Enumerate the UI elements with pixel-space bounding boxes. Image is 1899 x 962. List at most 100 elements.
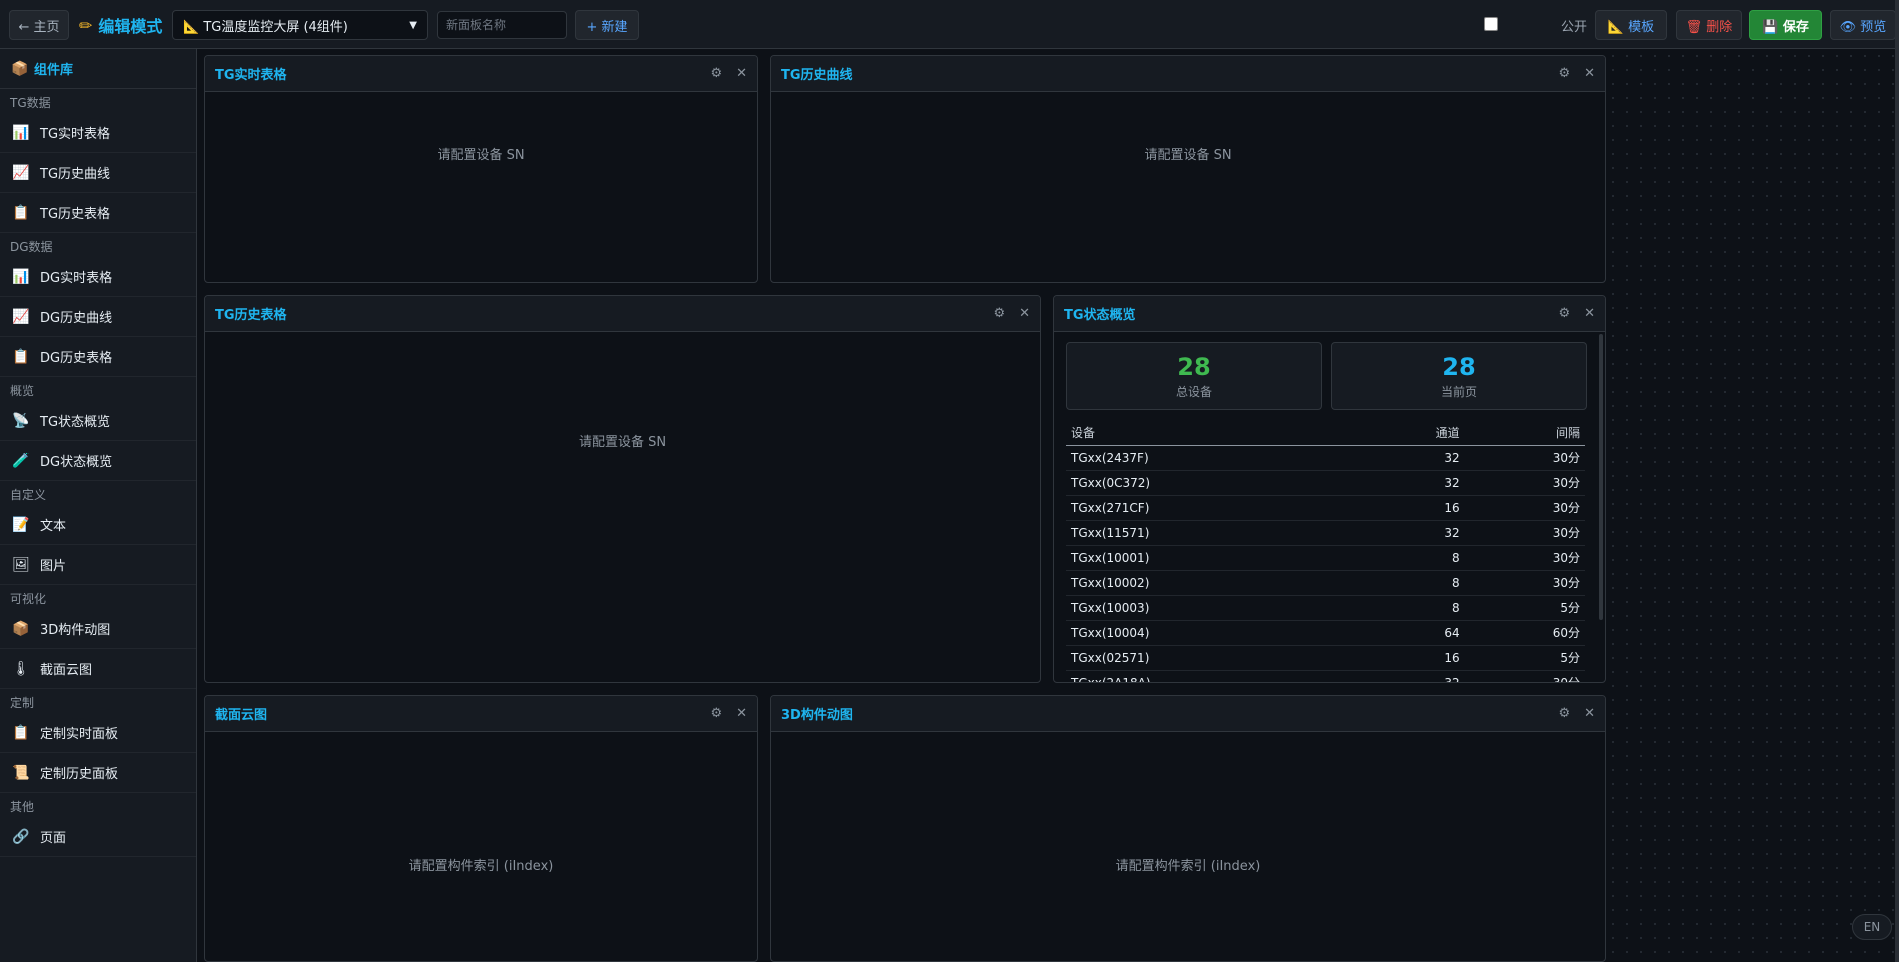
close-icon[interactable]: ✕ (1584, 306, 1595, 321)
panel-placeholder: 请配置设备 SN (437, 148, 525, 163)
close-icon[interactable]: ✕ (1019, 306, 1030, 321)
panel-title: TG状态概览 (1064, 308, 1136, 323)
preview-button[interactable]: 👁 预览 (1830, 10, 1896, 40)
sidebar-item-label: DG实时表格 (40, 271, 113, 286)
panel-tg-status-overview[interactable]: TG状态概览 ⚙ ✕ 28 总设备 28 当前页 设备 通道 间隔 TGxx(2… (1053, 295, 1606, 683)
panel-scrollbar[interactable] (1599, 334, 1603, 620)
sidebar-item[interactable]: 🧪 DG状态概览 (0, 441, 196, 481)
panel-header[interactable]: TG状态概览 ⚙ ✕ (1054, 296, 1605, 332)
interval-cell: 30分 (1464, 570, 1585, 596)
channel-cell: 8 (1354, 595, 1465, 621)
sidebar-item-label: TG历史曲线 (40, 167, 111, 182)
component-icon: 📊 (12, 124, 30, 141)
package-icon: 📦 (11, 60, 29, 77)
panel-placeholder: 请配置设备 SN (578, 435, 667, 450)
component-icon: 🌡 (12, 660, 30, 677)
sidebar-group-label: 概览 (10, 384, 35, 398)
panel-placeholder: 请配置设备 SN (1144, 148, 1232, 163)
sidebar-item[interactable]: 🔗 页面 (0, 817, 196, 857)
home-button[interactable]: ← 主页 (9, 10, 69, 40)
sidebar-item[interactable]: 📋 定制实时面板 (0, 713, 196, 753)
panel-title: TG实时表格 (215, 68, 287, 83)
sidebar-item[interactable]: 📜 定制历史面板 (0, 753, 196, 793)
panel-placeholder: 请配置构件索引 (iIndex) (1115, 859, 1261, 874)
sidebar-item[interactable]: 📊 TG实时表格 (0, 113, 196, 153)
sidebar-item-label: 定制历史面板 (40, 767, 119, 782)
close-icon[interactable]: ✕ (1584, 66, 1595, 81)
panel-tg-history-curve[interactable]: TG历史曲线 ⚙ ✕ 请配置设备 SN (770, 55, 1606, 283)
panel-header[interactable]: 截面云图 ⚙ ✕ (205, 696, 757, 732)
sidebar-list: TG数据 📊 TG实时表格 📈 TG历史曲线 📋 TG历史表格 DG数据 📊 DG实时表格 📈 DG历… (0, 89, 196, 857)
channel-cell: 64 (1354, 620, 1465, 646)
table-row: TGxx(11571) 32 30分 (1066, 520, 1585, 546)
public-label: 公开 (1561, 20, 1588, 35)
sidebar-item-label: 文本 (40, 519, 67, 534)
close-icon[interactable]: ✕ (1584, 706, 1595, 721)
sidebar-item[interactable]: 🌡 截面云图 (0, 649, 196, 689)
sidebar-header: 📦 组件库 (0, 49, 196, 89)
table-row: TGxx(0C372) 32 30分 (1066, 470, 1585, 496)
sidebar-item[interactable]: 📋 TG历史表格 (0, 193, 196, 233)
gear-icon[interactable]: ⚙ (1558, 66, 1570, 81)
channel-cell: 16 (1354, 495, 1465, 521)
sidebar-title: 组件库 (34, 63, 74, 78)
sidebar-item[interactable]: 📝 文本 (0, 505, 196, 545)
page-scrollbar[interactable] (1895, 0, 1899, 962)
board-select-value: 📐 TG温度监控大屏 (4组件) (183, 19, 348, 35)
sidebar-item[interactable]: 📦 3D构件动图 (0, 609, 196, 649)
panel-header[interactable]: TG历史曲线 ⚙ ✕ (771, 56, 1605, 92)
interval-cell: 30分 (1464, 470, 1585, 496)
total-devices-label: 总设备 (1175, 384, 1212, 399)
column-header-interval: 间隔 (1464, 420, 1585, 446)
panel-title: 3D构件动图 (781, 708, 853, 723)
board-select[interactable]: 📐 TG温度监控大屏 (4组件) ▼ (172, 10, 428, 40)
panel-header[interactable]: TG实时表格 ⚙ ✕ (205, 56, 757, 92)
component-icon: 📋 (12, 724, 30, 741)
component-icon: 📡 (12, 412, 30, 429)
sidebar-item-label: 3D构件动图 (40, 623, 111, 638)
new-board-button[interactable]: + 新建 (575, 10, 639, 40)
new-board-name-input[interactable] (437, 11, 567, 39)
gear-icon[interactable]: ⚙ (710, 706, 722, 721)
gear-icon[interactable]: ⚙ (1558, 306, 1570, 321)
sidebar-item[interactable]: 🖼 图片 (0, 545, 196, 585)
interval-cell: 5分 (1464, 645, 1585, 671)
gear-icon[interactable]: ⚙ (1558, 706, 1570, 721)
sidebar-item[interactable]: 📈 TG历史曲线 (0, 153, 196, 193)
channel-cell: 8 (1354, 545, 1465, 571)
panel-tg-history-table[interactable]: TG历史表格 ⚙ ✕ 请配置设备 SN (204, 295, 1041, 683)
sidebar-item-label: DG状态概览 (40, 455, 113, 470)
panel-title: TG历史表格 (215, 308, 287, 323)
save-button[interactable]: 💾 保存 (1749, 10, 1822, 40)
interval-cell: 60分 (1464, 620, 1585, 646)
panel-tg-realtime[interactable]: TG实时表格 ⚙ ✕ 请配置设备 SN (204, 55, 758, 283)
gear-icon[interactable]: ⚙ (993, 306, 1005, 321)
sidebar-item[interactable]: 📋 DG历史表格 (0, 337, 196, 377)
delete-button[interactable]: 🗑 删除 (1676, 10, 1742, 40)
channel-cell: 32 (1354, 470, 1465, 496)
component-library-sidebar: 📦 组件库 TG数据 📊 TG实时表格 📈 TG历史曲线 📋 TG历史表格 DG数据 📊 DG实时… (0, 49, 197, 962)
sidebar-item[interactable]: 📊 DG实时表格 (0, 257, 196, 297)
device-cell: TGxx(2437F) (1066, 445, 1355, 471)
component-icon: 📜 (12, 764, 30, 781)
panel-section-cloud[interactable]: 截面云图 ⚙ ✕ 请配置构件索引 (iIndex) (204, 695, 758, 962)
language-toggle-button[interactable]: EN (1852, 914, 1892, 940)
panel-3d-animation[interactable]: 3D构件动图 ⚙ ✕ 请配置构件索引 (iIndex) (770, 695, 1606, 962)
gear-icon[interactable]: ⚙ (710, 66, 722, 81)
total-devices-value: 28 (1177, 352, 1211, 381)
close-icon[interactable]: ✕ (736, 66, 747, 81)
sidebar-item[interactable]: 📈 DG历史曲线 (0, 297, 196, 337)
sidebar-item[interactable]: 📡 TG状态概览 (0, 401, 196, 441)
table-row: TGxx(10003) 8 5分 (1066, 595, 1585, 621)
channel-cell: 8 (1354, 570, 1465, 596)
channel-cell: 32 (1354, 445, 1465, 471)
panel-header[interactable]: 3D构件动图 ⚙ ✕ (771, 696, 1605, 732)
close-icon[interactable]: ✕ (736, 706, 747, 721)
channel-cell: 32 (1354, 520, 1465, 546)
panel-placeholder: 请配置构件索引 (iIndex) (408, 859, 554, 874)
template-button[interactable]: 📐 模板 (1595, 10, 1667, 40)
edit-mode-title: ✏ 编辑模式 (79, 13, 162, 37)
public-checkbox[interactable] (1484, 17, 1498, 31)
panel-header[interactable]: TG历史表格 ⚙ ✕ (205, 296, 1040, 332)
device-cell: TGxx(02571) (1066, 645, 1355, 671)
